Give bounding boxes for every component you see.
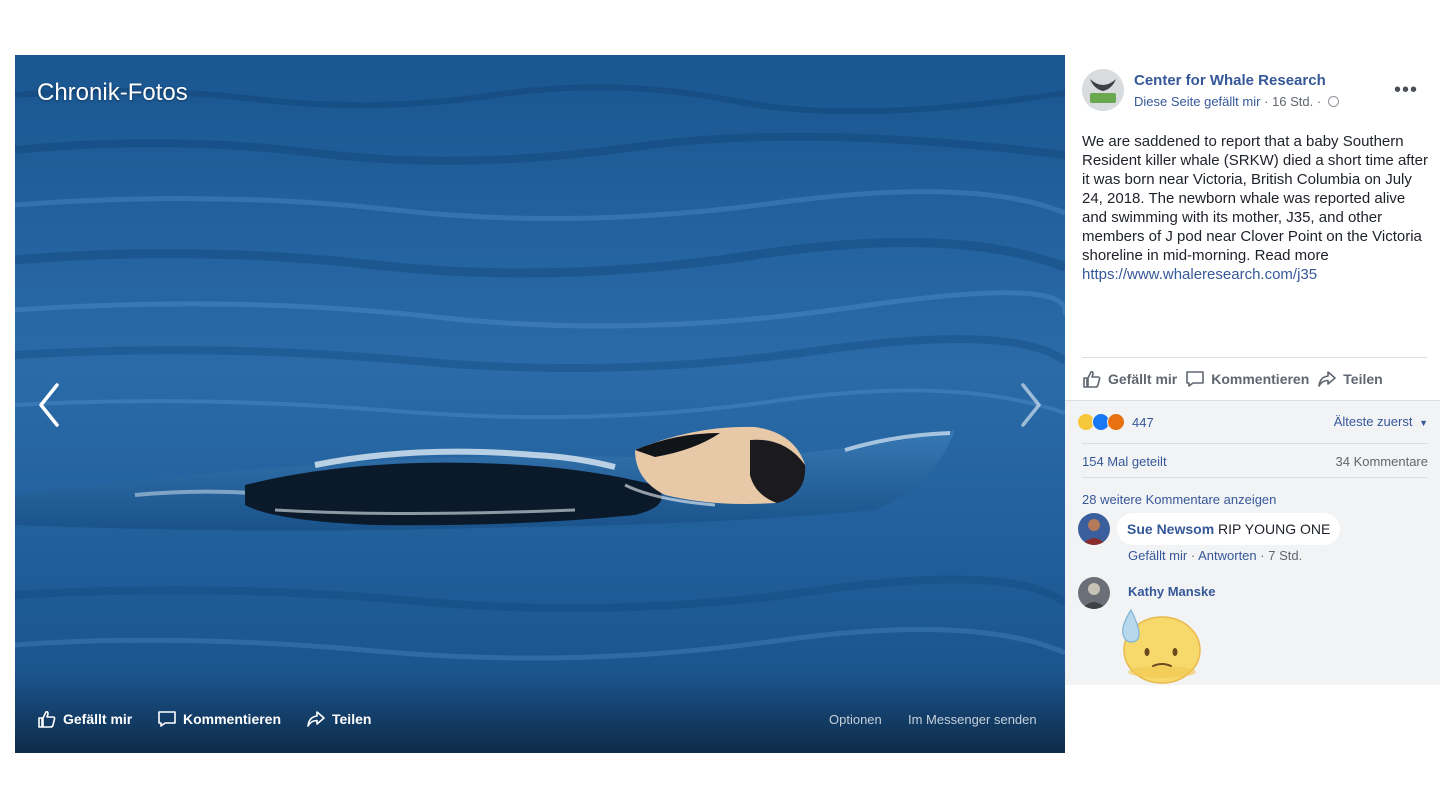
thumbs-up-icon — [1083, 370, 1101, 388]
post-header: Center for Whale Research Diese Seite ge… — [1082, 69, 1432, 113]
next-photo-button[interactable] — [1011, 380, 1051, 430]
angry-reaction-icon — [1107, 413, 1125, 431]
viewer-comment-label: Kommentieren — [183, 711, 282, 727]
comment-sort-label: Älteste zuerst — [1333, 414, 1413, 429]
viewer-like-label: Gefällt mir — [63, 711, 133, 727]
user-avatar-icon — [1078, 513, 1110, 545]
globe-icon — [1327, 96, 1339, 107]
page-name-link[interactable]: Center for Whale Research — [1134, 72, 1326, 89]
send-in-messenger-link[interactable]: Im Messenger senden — [908, 712, 1037, 727]
comment-author[interactable]: Sue Newsom — [1127, 521, 1214, 537]
crying-face-sticker — [1117, 606, 1203, 686]
comment-icon — [158, 711, 176, 727]
viewer-share-button[interactable]: Teilen — [306, 709, 371, 729]
post-like-button[interactable]: Gefällt mir — [1082, 369, 1177, 389]
comment-icon — [1186, 371, 1205, 387]
viewer-comment-button[interactable]: Kommentieren — [157, 709, 281, 729]
share-count-link[interactable]: 154 Mal geteilt — [1082, 454, 1167, 469]
divider — [1082, 443, 1427, 444]
meta-separator: · — [1264, 94, 1269, 109]
post-body: We are saddened to report that a baby So… — [1082, 133, 1428, 264]
share-icon — [1318, 371, 1337, 387]
share-icon — [307, 711, 325, 727]
whale-logo-icon — [1082, 69, 1124, 111]
reaction-count[interactable]: 447 — [1132, 415, 1154, 430]
viewer-share-label: Teilen — [332, 711, 372, 727]
post-meta: Diese Seite gefällt mir · 16 Std. · — [1134, 94, 1339, 109]
divider — [1082, 477, 1427, 478]
post-share-button[interactable]: Teilen — [1317, 369, 1383, 389]
whale-photo — [15, 55, 1065, 753]
post-action-row: Gefällt mir Kommentieren Teilen — [1082, 368, 1391, 390]
meta-separator: · — [1316, 94, 1322, 109]
comment-reply-link[interactable]: Antworten — [1198, 548, 1257, 563]
post-panel: Center for Whale Research Diese Seite ge… — [1065, 55, 1440, 685]
options-link[interactable]: Optionen — [829, 712, 882, 727]
comment-count-link[interactable]: 34 Kommentare — [1336, 454, 1429, 469]
view-more-comments-link[interactable]: 28 weitere Kommentare anzeigen — [1082, 492, 1276, 507]
comment-actions: Gefällt mir · Antworten · 7 Std. — [1128, 548, 1302, 563]
reactions-summary[interactable]: 447 — [1077, 413, 1154, 431]
user-avatar-icon — [1078, 577, 1110, 609]
post-comment-label: Kommentieren — [1211, 371, 1310, 387]
divider — [1082, 357, 1427, 358]
comments-area: 447 Älteste zuerst ▼ 154 Mal geteilt 34 … — [1065, 400, 1440, 685]
post-like-label: Gefällt mir — [1108, 371, 1178, 387]
more-options-button[interactable]: ••• — [1394, 80, 1418, 100]
post-time[interactable]: 16 Std. — [1272, 94, 1313, 109]
avatar[interactable] — [1078, 513, 1110, 545]
page-avatar[interactable] — [1082, 69, 1124, 111]
thumbs-up-icon — [38, 710, 56, 728]
meta-separator: · — [1260, 548, 1265, 563]
comment-like-link[interactable]: Gefällt mir — [1128, 548, 1187, 563]
photo-viewer: Chronik-Fotos Gefällt mir Kommentieren T… — [15, 55, 1065, 753]
post-share-label: Teilen — [1343, 371, 1383, 387]
comment-time[interactable]: 7 Std. — [1268, 548, 1302, 563]
post-comment-button[interactable]: Kommentieren — [1185, 369, 1309, 389]
post-link[interactable]: https://www.whaleresearch.com/j35 — [1082, 266, 1317, 283]
meta-separator: · — [1190, 548, 1196, 563]
like-page-link[interactable]: Diese Seite gefällt mir — [1134, 94, 1260, 109]
album-title: Chronik-Fotos — [37, 79, 188, 106]
viewer-action-bar: Gefällt mir Kommentieren Teilen Optionen… — [15, 673, 1065, 753]
avatar[interactable] — [1078, 577, 1110, 609]
comment-sort-dropdown[interactable]: Älteste zuerst ▼ — [1334, 414, 1428, 429]
comment-bubble: Sue Newsom RIP YOUNG ONE — [1117, 513, 1341, 545]
chevron-right-icon — [1021, 383, 1041, 427]
crying-face-icon — [1122, 608, 1201, 684]
comment-author[interactable]: Kathy Manske — [1128, 584, 1215, 599]
post-text: We are saddened to report that a baby So… — [1082, 132, 1432, 284]
caret-down-icon: ▼ — [1419, 418, 1428, 428]
comment-text: RIP YOUNG ONE — [1218, 521, 1331, 537]
viewer-like-button[interactable]: Gefällt mir — [37, 709, 132, 729]
chevron-left-icon — [39, 383, 59, 427]
previous-photo-button[interactable] — [29, 380, 69, 430]
